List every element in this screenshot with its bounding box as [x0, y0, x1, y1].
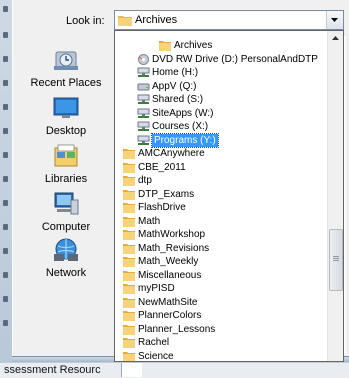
dropdown-item-label: Planner_Lessons [138, 323, 216, 335]
grip-line [333, 260, 339, 261]
dropdown-item[interactable]: Science [115, 350, 327, 362]
dropdown-item[interactable]: Home (H:) [115, 66, 327, 80]
dropdown-item-label: NewMathSite [138, 296, 198, 308]
dropdown-item[interactable]: myPISD [115, 282, 327, 296]
status-text: ssessment Resourc [4, 364, 101, 376]
edge-mark [3, 224, 8, 230]
place-label: Recent Places [30, 77, 102, 89]
edge-mark [3, 296, 8, 302]
edge-mark [3, 152, 8, 158]
edge-mark [3, 176, 8, 182]
dropdown-item[interactable]: Rachel [115, 336, 327, 350]
dropdown-item-label: Rachel [138, 337, 170, 348]
dropdown-item[interactable]: MathWorkshop [115, 228, 327, 242]
place-label: Libraries [44, 173, 88, 185]
dropdown-item[interactable]: Programs (Y:) [115, 132, 327, 148]
dropdown-item-label: Programs (Y:) [151, 132, 219, 148]
edge-mark [3, 320, 8, 326]
dropdown-item[interactable]: NewMathSite [115, 296, 327, 310]
dropdown-item[interactable]: PlannerColors [115, 309, 327, 323]
dropdown-item-label: AMCAnywhere [138, 148, 205, 159]
dropdown-item[interactable]: AppV (Q:) [115, 80, 327, 94]
dropdown-item-label: DTP_Exams [138, 188, 195, 200]
dropdown-item[interactable]: Math_Weekly [115, 255, 327, 269]
dropdown-item-label: Math_Revisions [138, 242, 210, 254]
dropdown-item[interactable]: Courses (X:) [115, 120, 327, 134]
dropdown-item-label: dtp [138, 175, 152, 186]
edge-mark [3, 80, 8, 86]
dropdown-item-label: Shared (S:) [152, 94, 204, 105]
place-label: Computer [41, 221, 91, 233]
dropdown-item[interactable]: Miscellaneous [115, 269, 327, 283]
edge-mark [3, 272, 8, 278]
dropdown-item[interactable]: SiteApps (W:) [115, 107, 327, 121]
dropdown-item-label: SiteApps (W:) [152, 107, 214, 119]
place-label: Desktop [45, 125, 87, 137]
scroll-thumb[interactable] [329, 229, 343, 291]
scroll-up-button[interactable] [328, 31, 343, 46]
grip-line [333, 256, 339, 257]
edge-mark [3, 104, 8, 110]
dropdown-item-label: Math_Weekly [138, 256, 199, 267]
dropdown-item-label: MathWorkshop [138, 229, 206, 240]
dropdown-item[interactable]: dtp [115, 174, 327, 188]
edge-mark [3, 200, 8, 206]
dropdown-item-label: Math [138, 215, 161, 227]
dropdown-item[interactable]: CBE_2011 [115, 161, 327, 175]
dropdown-item[interactable]: Math_Revisions [115, 242, 327, 256]
dropdown-item-label: Archives [174, 40, 213, 51]
edge-mark [3, 6, 8, 12]
folder-icon [118, 14, 132, 29]
dropdown-item-label: FlashDrive [138, 202, 186, 213]
dropdown-item[interactable]: FlashDrive [115, 201, 327, 215]
chevron-down-icon [331, 18, 338, 22]
grip-line [333, 258, 339, 259]
edge-mark [3, 128, 8, 134]
look-in-combobox[interactable]: Archives [114, 10, 344, 30]
dropdown-item[interactable]: DTP_Exams [115, 188, 327, 202]
place-libraries[interactable]: Libraries [20, 142, 112, 185]
place-desktop[interactable]: Desktop [20, 94, 112, 137]
places-bar: Recent Places Desktop Libraries Computer [20, 36, 112, 356]
place-recent-places[interactable]: Recent Places [20, 46, 112, 89]
dropdown-item-label: Home (H:) [152, 67, 199, 78]
dropdown-item[interactable]: DVD RW Drive (D:) PersonalAndDTP [115, 53, 327, 67]
dropdown-item[interactable]: Math [115, 215, 327, 229]
place-computer[interactable]: Computer [20, 190, 112, 233]
desktop-icon [53, 97, 79, 118]
recent-places-icon [54, 51, 78, 70]
dropdown-item[interactable]: Archives [115, 39, 327, 53]
dropdown-item-label: PlannerColors [138, 310, 202, 321]
look-in-label: Look in: [66, 15, 105, 27]
background-window-status: ssessment Resourc [0, 362, 349, 378]
chevron-up-icon [332, 36, 339, 40]
dropdown-item-label: Science [138, 350, 174, 362]
place-network[interactable]: Network [20, 236, 112, 279]
background-tab [121, 363, 142, 377]
computer-icon [54, 192, 79, 215]
dropdown-item-label: AppV (Q:) [152, 80, 197, 92]
look-in-dropdown-button[interactable] [326, 11, 343, 29]
network-icon [54, 238, 78, 261]
dropdown-item[interactable]: AMCAnywhere [115, 147, 327, 161]
look-in-dropdown-list[interactable]: Archives DVD RW Drive (D:) PersonalAndDTP… [114, 30, 344, 362]
place-label: Network [45, 267, 87, 279]
dropdown-scrollbar[interactable] [327, 31, 343, 361]
dropdown-item-label: Miscellaneous [138, 269, 202, 281]
dropdown-item-label: DVD RW Drive (D:) PersonalAndDTP [152, 53, 318, 65]
edge-mark [3, 248, 8, 254]
dropdown-item[interactable]: Shared (S:) [115, 93, 327, 107]
look-in-value: Archives [135, 14, 178, 26]
libraries-icon [54, 144, 78, 167]
edge-mark [3, 56, 8, 62]
dropdown-item-label: Courses (X:) [152, 121, 209, 132]
dropdown-item-label: CBE_2011 [138, 161, 186, 173]
folder-icon [123, 351, 135, 361]
dropdown-item[interactable]: Planner_Lessons [115, 323, 327, 337]
edge-mark [3, 32, 8, 38]
dropdown-item-label: myPISD [138, 283, 175, 294]
